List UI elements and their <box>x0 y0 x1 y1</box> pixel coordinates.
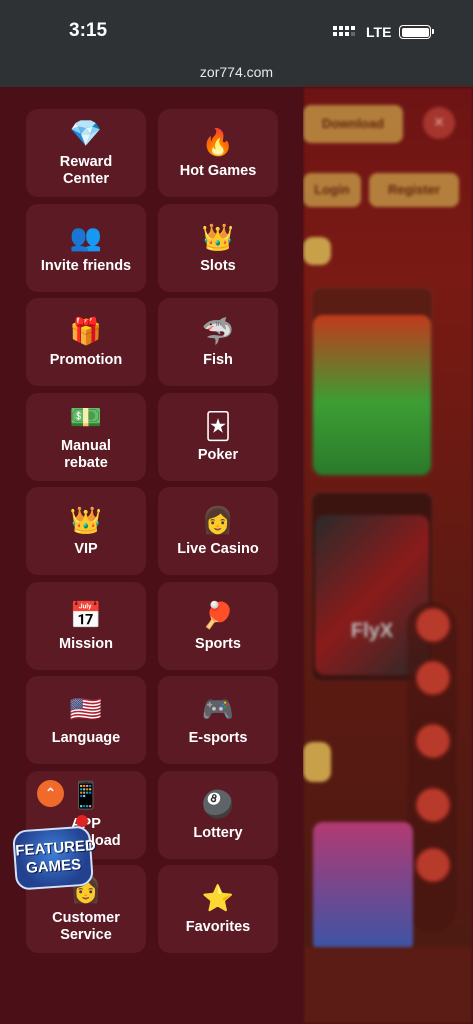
shark-icon: 🦈 <box>201 315 235 346</box>
crown-icon: 👑 <box>69 504 103 535</box>
game-thumbnail <box>303 742 331 782</box>
menu-item-language[interactable]: 🇺🇸 Language <box>26 676 146 764</box>
featured-line2: GAMES <box>25 856 82 877</box>
menu-item-label: Hot Games <box>179 162 257 179</box>
menu-item-label: Poker <box>197 446 239 463</box>
menu-item-label: Favorites <box>185 918 251 935</box>
cards-icon: 🃏 <box>204 410 232 441</box>
menu-item-reward-center[interactable]: 💎 Reward Center <box>26 109 146 197</box>
menu-item-lottery[interactable]: 🎱 Lottery <box>158 771 278 859</box>
game-thumbnail <box>303 237 331 265</box>
menu-item-mission[interactable]: 📅 Mission <box>26 582 146 670</box>
menu-item-label: Live Casino <box>177 540 259 557</box>
sports-icon: 🏓 <box>201 599 235 630</box>
register-button: Register <box>369 173 459 207</box>
gamepad-icon: 🎮 <box>201 693 235 724</box>
menu-item-label: Language <box>51 729 121 746</box>
menu-item-promotion[interactable]: 🎁 Promotion <box>26 298 146 386</box>
app-icon: 📱 <box>69 780 103 810</box>
us-flag-icon: 🇺🇸 <box>69 693 103 724</box>
menu-item-label: E-sports <box>188 729 248 746</box>
url-bar[interactable]: zor774.com <box>0 58 473 87</box>
side-button <box>415 660 451 696</box>
menu-item-label: Reward Center <box>59 154 113 187</box>
menu-item-esports[interactable]: 🎮 E-sports <box>158 676 278 764</box>
menu-item-label: Promotion <box>49 351 123 368</box>
star-icon: ⭐ <box>201 882 235 913</box>
menu-item-label: Sports <box>195 635 241 652</box>
menu-item-label: Lottery <box>193 824 243 841</box>
menu-item-hot-games[interactable]: 🔥 Hot Games <box>158 109 278 197</box>
menu-item-label: Fish <box>203 351 233 368</box>
notification-dot <box>76 815 88 827</box>
menu-item-label: Invite friends <box>40 257 132 274</box>
battery-icon <box>399 25 434 39</box>
menu-item-manual-rebate[interactable]: 💵 Manual rebate <box>26 393 146 481</box>
crown-slots-icon: 👑 <box>201 221 235 252</box>
close-icon: × <box>423 107 455 139</box>
menu-item-poker[interactable]: 🃏 Poker <box>158 393 278 481</box>
fire-icon: 🔥 <box>201 126 235 157</box>
status-bar: 3:15 LTE <box>0 0 473 58</box>
network-type: LTE <box>366 24 392 40</box>
login-button: Login <box>303 173 361 207</box>
menu-item-fish[interactable]: 🦈 Fish <box>158 298 278 386</box>
background-site: Download × Login Register FlyX <box>303 87 473 1024</box>
signal-icon <box>333 26 355 36</box>
menu-item-label: Slots <box>200 257 236 274</box>
side-button <box>415 847 451 883</box>
game-thumbnail <box>313 315 431 475</box>
side-button <box>415 787 451 823</box>
menu-item-invite-friends[interactable]: 👥 Invite friends <box>26 204 146 292</box>
menu-item-sports[interactable]: 🏓 Sports <box>158 582 278 670</box>
menu-item-label: VIP <box>74 540 98 557</box>
side-button <box>415 607 451 643</box>
scroll-top-button[interactable]: ⌃ <box>37 780 64 807</box>
gift-icon: 🎁 <box>69 315 103 346</box>
game-thumbnail <box>313 822 413 952</box>
diamond-icon: 💎 <box>69 118 103 148</box>
menu-item-live-casino[interactable]: 👩 Live Casino <box>158 487 278 575</box>
menu-item-vip[interactable]: 👑 VIP <box>26 487 146 575</box>
menu-item-label: Manual rebate <box>61 438 111 471</box>
bottom-nav <box>303 947 473 1024</box>
dealer-icon: 👩 <box>201 504 235 535</box>
side-button <box>415 723 451 759</box>
menu-item-slots[interactable]: 👑 Slots <box>158 204 278 292</box>
people-icon: 👥 <box>69 221 103 252</box>
menu-item-label: Mission <box>59 635 113 652</box>
money-icon: 💵 <box>69 402 103 432</box>
lottery-icon: 🎱 <box>201 788 235 819</box>
calendar-icon: 📅 <box>69 599 103 630</box>
clock: 3:15 <box>69 20 108 41</box>
menu-item-favorites[interactable]: ⭐ Favorites <box>158 865 278 953</box>
featured-games-badge[interactable]: FEATURED GAMES <box>12 825 96 891</box>
menu-item-label: Customer Service <box>52 910 120 943</box>
download-button: Download <box>303 105 403 143</box>
